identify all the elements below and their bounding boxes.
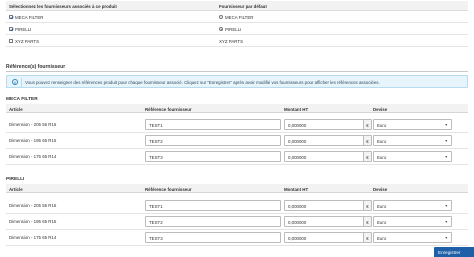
chevron-down-icon: ▼ <box>444 236 448 240</box>
info-divider <box>21 78 22 87</box>
currency-select[interactable]: Euro ▼ <box>373 216 452 227</box>
currency-value: Euro <box>377 204 387 209</box>
reference-input[interactable]: TEST2 <box>145 135 281 146</box>
amount-input[interactable]: 0,000000 <box>284 151 364 162</box>
references-table-header: Article Référence fournisseur Montant HT… <box>6 104 468 113</box>
col-amount: Montant HT <box>284 106 309 112</box>
currency-value: Euro <box>377 155 387 160</box>
info-alert: i Vous pouvez renseigner des références … <box>6 75 468 88</box>
col-amount: Montant HT <box>284 186 309 192</box>
article-label: Dimension - 195 65 R15 <box>9 219 57 224</box>
default-label: PIRELLI <box>225 27 242 32</box>
currency-addon: € <box>363 200 372 211</box>
article-label: Dimension - 175 65 R14 <box>9 154 57 159</box>
currency-addon: € <box>363 151 372 162</box>
supplier-label: PIRELLI <box>15 27 32 32</box>
save-button[interactable]: Enregistrer <box>434 247 474 257</box>
reference-input[interactable]: TEST2 <box>145 216 281 227</box>
group-title-meca-filter: MECA FILTER <box>6 97 38 102</box>
currency-select[interactable]: Euro ▼ <box>373 200 452 211</box>
supplier-checkbox-xyz-parts[interactable] <box>9 39 13 43</box>
reference-input[interactable]: TEST3 <box>145 151 281 162</box>
chevron-down-icon: ▼ <box>444 204 448 208</box>
amount-input[interactable]: 0,000000 <box>284 232 364 243</box>
col-currency: Devise <box>373 106 388 112</box>
supplier-selection-header: Sélectionnez les fournisseurs associés à… <box>6 1 468 11</box>
supplier-checkbox-pirelli[interactable] <box>9 27 13 31</box>
default-radio-meca-filter[interactable] <box>219 15 223 19</box>
group-title-pirelli: PIRELLI <box>6 177 25 182</box>
supplier-label: MECA FILTER <box>15 15 44 20</box>
article-label: Dimension - 175 65 R14 <box>9 235 57 240</box>
table-row: Dimension - 175 65 R14 TEST3 0,000000 € … <box>6 230 468 246</box>
article-label: Dimension - 205 55 R16 <box>9 122 57 127</box>
reference-input[interactable]: TEST1 <box>145 119 281 130</box>
section-divider <box>6 71 468 72</box>
article-label: Dimension - 205 55 R16 <box>9 203 57 208</box>
col-article: Article <box>9 186 23 192</box>
currency-value: Euro <box>377 123 387 128</box>
default-radio-pirelli[interactable] <box>219 27 223 31</box>
currency-addon: € <box>363 119 372 130</box>
table-row: Dimension - 195 65 R15 TEST2 0,000000 € … <box>6 133 468 149</box>
table-row: Dimension - 175 65 R14 TEST3 0,000000 € … <box>6 149 468 165</box>
currency-addon: € <box>363 216 372 227</box>
chevron-down-icon: ▼ <box>444 123 448 127</box>
currency-select[interactable]: Euro ▼ <box>373 151 452 162</box>
currency-addon: € <box>363 135 372 146</box>
supplier-row: PIRELLI PIRELLI <box>6 24 468 35</box>
supplier-row: MECA FILTER MECA FILTER <box>6 12 468 23</box>
currency-select[interactable]: Euro ▼ <box>373 135 452 146</box>
col-reference: Référence fournisseur <box>145 186 192 192</box>
references-section-title: Référence(s) fournisseur <box>6 64 66 70</box>
amount-input[interactable]: 0,000000 <box>284 135 364 146</box>
table-row: Dimension - 205 55 R16 TEST1 0,000000 € … <box>6 198 468 214</box>
currency-select[interactable]: Euro ▼ <box>373 119 452 130</box>
col-default-header: Fournisseur par défaut <box>219 4 267 9</box>
reference-input[interactable]: TEST1 <box>145 200 281 211</box>
supplier-label: XYZ PARTS <box>15 39 39 44</box>
currency-value: Euro <box>377 139 387 144</box>
amount-input[interactable]: 0,000000 <box>284 216 364 227</box>
supplier-checkbox-meca-filter[interactable] <box>9 15 13 19</box>
amount-input[interactable]: 0,000000 <box>284 200 364 211</box>
amount-input[interactable]: 0,000000 <box>284 119 364 130</box>
currency-select[interactable]: Euro ▼ <box>373 232 452 243</box>
chevron-down-icon: ▼ <box>444 139 448 143</box>
currency-addon: € <box>363 232 372 243</box>
reference-input[interactable]: TEST3 <box>145 232 281 243</box>
article-label: Dimension - 195 65 R15 <box>9 138 57 143</box>
col-article: Article <box>9 106 23 112</box>
chevron-down-icon: ▼ <box>444 155 448 159</box>
info-icon: i <box>12 79 18 85</box>
supplier-row: XYZ PARTS XYZ PARTS <box>6 36 468 47</box>
info-text: Vous pouvez renseigner des références pr… <box>25 80 380 85</box>
col-reference: Référence fournisseur <box>145 106 192 112</box>
references-table-header: Article Référence fournisseur Montant HT… <box>6 184 468 193</box>
chevron-down-icon: ▼ <box>444 220 448 224</box>
default-label: XYZ PARTS <box>219 39 243 44</box>
col-currency: Devise <box>373 186 388 192</box>
default-label: MECA FILTER <box>225 15 254 20</box>
col-suppliers-header: Sélectionnez les fournisseurs associés à… <box>9 4 117 9</box>
currency-value: Euro <box>377 220 387 225</box>
currency-value: Euro <box>377 236 387 241</box>
table-row: Dimension - 205 55 R16 TEST1 0,000000 € … <box>6 117 468 133</box>
table-row: Dimension - 195 65 R15 TEST2 0,000000 € … <box>6 214 468 230</box>
